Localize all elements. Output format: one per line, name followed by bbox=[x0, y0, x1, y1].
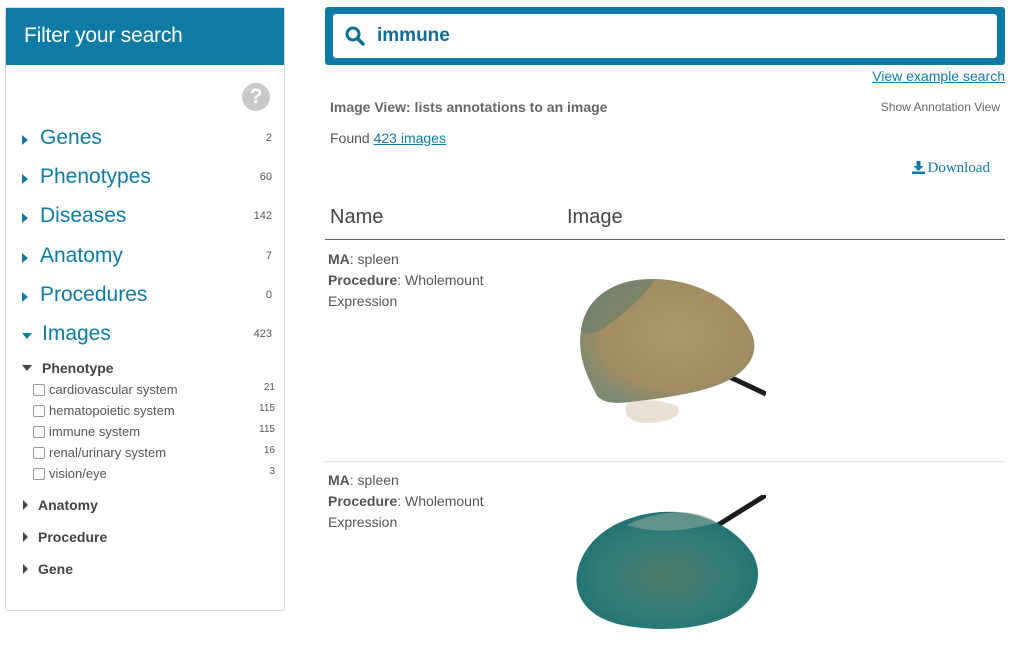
caret-down-icon bbox=[22, 365, 32, 371]
caret-right-icon bbox=[22, 213, 28, 223]
ma-label: MA bbox=[328, 472, 350, 488]
table-row-text: MA: spleen Procedure: Wholemount Express… bbox=[328, 470, 484, 533]
subfacet-gene[interactable]: Gene bbox=[22, 561, 272, 581]
facet-images[interactable]: Images 423 bbox=[22, 322, 272, 350]
facet-label: Procedures bbox=[40, 283, 148, 306]
procedure-value-cont: Expression bbox=[328, 293, 398, 309]
facet-label: Anatomy bbox=[40, 244, 123, 267]
option-count: 21 bbox=[263, 382, 275, 393]
column-header-image[interactable]: Image bbox=[567, 206, 623, 229]
option-label: renal/urinary system bbox=[49, 445, 167, 460]
filter-option-vision: vision/eye 3 bbox=[33, 466, 275, 484]
column-header-name[interactable]: Name bbox=[330, 206, 383, 229]
checkbox[interactable] bbox=[33, 426, 45, 438]
facet-diseases[interactable]: Diseases 142 bbox=[22, 204, 272, 232]
subfacet-label: Phenotype bbox=[42, 360, 114, 376]
results-count: Found 423 images bbox=[330, 130, 446, 146]
subfacet-anatomy[interactable]: Anatomy bbox=[22, 497, 272, 517]
option-count: 16 bbox=[263, 445, 275, 456]
facet-label: Diseases bbox=[40, 204, 127, 227]
procedure-value-cont: Expression bbox=[328, 514, 398, 530]
sidebar-title: Filter your search bbox=[6, 8, 284, 65]
option-count: 3 bbox=[269, 466, 275, 477]
option-label: hematopoietic system bbox=[49, 403, 175, 418]
option-label: cardiovascular system bbox=[49, 382, 178, 397]
caret-right-icon bbox=[22, 292, 28, 302]
specimen-thumbnail[interactable] bbox=[567, 495, 766, 635]
checkbox[interactable] bbox=[33, 447, 45, 459]
caret-right-icon bbox=[23, 532, 28, 542]
filter-sidebar: Filter your search ? Genes 2 Phenotypes … bbox=[5, 7, 285, 611]
view-title: Image View: lists annotations to an imag… bbox=[330, 99, 608, 115]
option-count: 115 bbox=[259, 424, 275, 435]
ma-value: : spleen bbox=[349, 251, 399, 267]
help-icon[interactable]: ? bbox=[242, 83, 270, 111]
images-count-link[interactable]: 423 images bbox=[374, 130, 446, 146]
procedure-label: Procedure bbox=[328, 493, 398, 509]
caret-right-icon bbox=[22, 253, 28, 263]
facet-genes[interactable]: Genes 2 bbox=[22, 126, 272, 154]
facet-count: 423 bbox=[253, 328, 272, 340]
show-annotation-view-link[interactable]: Show Annotation View bbox=[881, 100, 1000, 114]
filter-option-hematopoietic: hematopoietic system 115 bbox=[33, 403, 275, 421]
view-example-search-link[interactable]: View example search bbox=[872, 68, 1005, 84]
filter-option-renal: renal/urinary system 16 bbox=[33, 445, 275, 463]
caret-right-icon bbox=[22, 135, 28, 145]
procedure-value: : Wholemount bbox=[397, 493, 484, 509]
search-input[interactable] bbox=[377, 14, 977, 58]
option-label: immune system bbox=[49, 424, 141, 439]
subfacet-label: Anatomy bbox=[38, 497, 98, 513]
facet-count: 142 bbox=[253, 210, 272, 222]
caret-right-icon bbox=[22, 174, 28, 184]
subfacet-label: Procedure bbox=[38, 529, 108, 545]
specimen-thumbnail[interactable] bbox=[567, 276, 766, 423]
filter-option-cardiovascular: cardiovascular system 21 bbox=[33, 382, 275, 400]
search-box bbox=[333, 14, 997, 58]
caret-right-icon bbox=[23, 500, 28, 510]
facet-count: 60 bbox=[259, 171, 272, 183]
download-label: Download bbox=[927, 160, 991, 176]
table-row-text: MA: spleen Procedure: Wholemount Express… bbox=[328, 249, 484, 312]
option-label: vision/eye bbox=[49, 466, 107, 481]
facet-label: Images bbox=[42, 322, 111, 345]
facet-anatomy[interactable]: Anatomy 7 bbox=[22, 244, 272, 272]
subfacet-label: Gene bbox=[38, 561, 74, 577]
filter-option-immune: immune system 115 bbox=[33, 424, 275, 442]
header-divider bbox=[325, 239, 1005, 240]
facet-procedures[interactable]: Procedures 0 bbox=[22, 283, 272, 311]
download-icon bbox=[911, 161, 925, 174]
procedure-value: : Wholemount bbox=[397, 272, 484, 288]
checkbox[interactable] bbox=[33, 405, 45, 417]
found-prefix: Found bbox=[330, 130, 374, 146]
facet-label: Genes bbox=[40, 126, 102, 149]
facet-label: Phenotypes bbox=[40, 165, 151, 188]
ma-value: : spleen bbox=[349, 472, 399, 488]
caret-down-icon bbox=[22, 333, 32, 339]
facet-count: 7 bbox=[265, 250, 272, 262]
facet-count: 0 bbox=[265, 289, 272, 301]
search-icon bbox=[345, 26, 365, 46]
facet-count: 2 bbox=[265, 132, 272, 144]
row-divider bbox=[325, 461, 1005, 462]
subfacet-phenotype[interactable]: Phenotype bbox=[22, 360, 272, 380]
caret-right-icon bbox=[23, 564, 28, 574]
facet-phenotypes[interactable]: Phenotypes 60 bbox=[22, 165, 272, 193]
procedure-label: Procedure bbox=[328, 272, 398, 288]
option-count: 115 bbox=[259, 403, 275, 414]
ma-label: MA bbox=[328, 251, 350, 267]
subfacet-procedure[interactable]: Procedure bbox=[22, 529, 272, 549]
search-bar bbox=[325, 7, 1005, 65]
checkbox[interactable] bbox=[33, 384, 45, 396]
download-button[interactable]: Download bbox=[911, 160, 991, 177]
checkbox[interactable] bbox=[33, 468, 45, 480]
